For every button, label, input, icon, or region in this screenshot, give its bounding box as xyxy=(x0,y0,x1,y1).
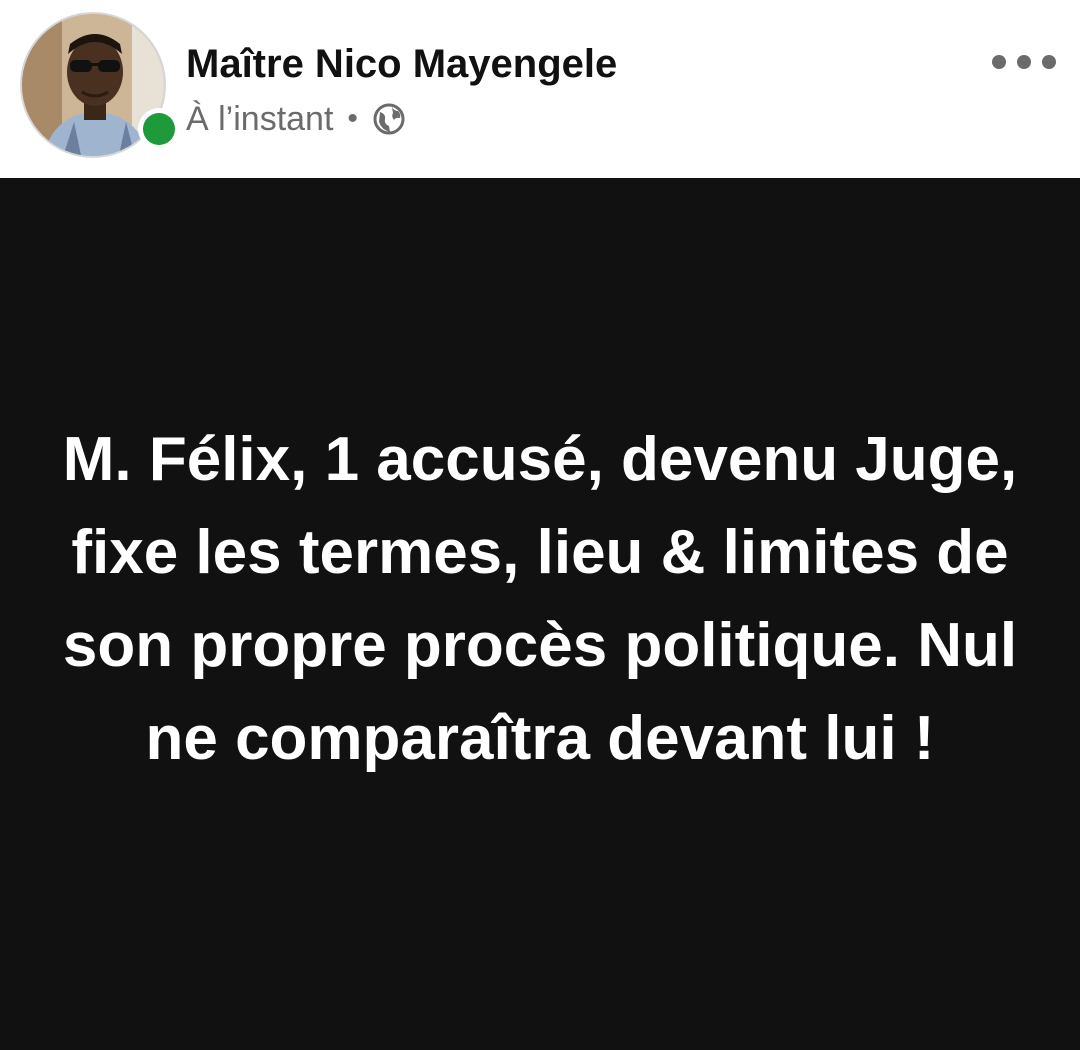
more-dot xyxy=(1017,55,1031,69)
more-dot xyxy=(1042,55,1056,69)
post-timestamp[interactable]: À l’instant xyxy=(186,100,333,139)
post-text: M. Félix, 1 accusé, devenu Juge, fixe le… xyxy=(62,425,1018,773)
post-text-background: M. Félix, 1 accusé, devenu Juge, fixe le… xyxy=(0,178,1080,1050)
post-header: Maître Nico Mayengele À l’instant • xyxy=(0,0,1080,178)
globe-icon[interactable] xyxy=(372,102,406,136)
meta-separator: • xyxy=(347,102,358,135)
post-card: Maître Nico Mayengele À l’instant • M. F… xyxy=(0,0,1080,1050)
more-options-icon[interactable] xyxy=(992,44,1056,80)
more-dot xyxy=(992,55,1006,69)
author-avatar[interactable] xyxy=(20,12,180,158)
post-meta: À l’instant • xyxy=(186,98,406,140)
author-name[interactable]: Maître Nico Mayengele xyxy=(186,40,617,88)
online-status-indicator xyxy=(138,108,180,150)
